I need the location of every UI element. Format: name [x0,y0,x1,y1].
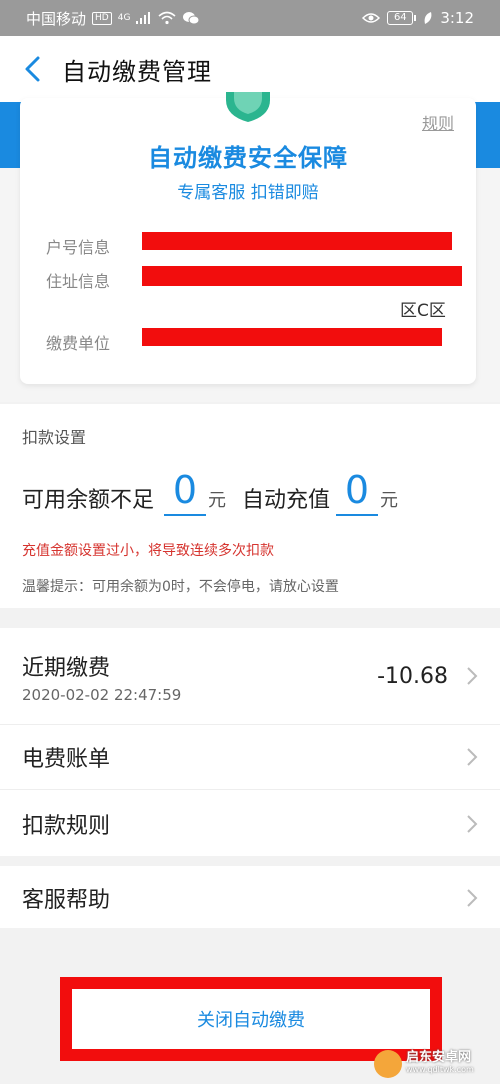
watermark: 启东安卓网 www.qdltwk.com [374,1048,494,1080]
recent-payment-datetime: 2020-02-02 22:47:59 [22,686,182,704]
battery-level: 64 [387,11,414,25]
deduction-section-label: 扣款设置 [22,428,87,447]
low-balance-unit: 元 [208,490,226,511]
warning-text: 充值金额设置过小，将导致连续多次扣款 [22,543,274,559]
rules-link[interactable]: 规则 [422,110,454,134]
clock: 3:12 [440,9,474,27]
auto-recharge-input[interactable]: 0 [336,466,378,516]
watermark-logo-icon [374,1050,402,1078]
auto-recharge-label: 自动充值 [242,488,331,513]
address-redaction [142,266,462,286]
deduction-rules-title: 扣款规则 [22,814,111,839]
chevron-right-icon [466,814,478,838]
guarantee-panel: 规则 自动缴费安全保障 专属客服 扣错即赔 户号信息 住址信息 区C区 缴费单位 [0,92,500,402]
watermark-url: www.qdltwk.com [406,1065,474,1074]
customer-help-title: 客服帮助 [22,888,111,913]
eye-icon [362,12,381,24]
electric-bill-row[interactable]: 电费账单 [0,725,500,789]
recent-payment-title: 近期缴费 [22,656,111,681]
customer-help-row[interactable]: 客服帮助 [0,866,500,928]
hd-badge: HD [92,11,112,25]
close-auto-pay-button[interactable]: 关闭自动缴费 [72,989,430,1049]
unit-redaction [142,328,442,346]
wifi-icon [158,11,176,25]
chevron-right-icon [466,747,478,771]
low-balance-label: 可用余额不足 [22,488,155,513]
page-title: 自动缴费管理 [62,57,212,86]
address-tail: 区C区 [400,301,446,321]
watermark-title: 启东安卓网 [406,1050,472,1065]
low-balance-input[interactable]: 0 [164,466,206,516]
auto-recharge-unit: 元 [380,490,398,511]
signal-icon [136,12,152,24]
address-label: 住址信息 [46,272,111,291]
guarantee-subtitle: 专属客服 扣错即赔 [177,183,319,203]
back-arrow-icon[interactable] [8,36,56,102]
battery-icon: 64 [387,11,417,25]
deduction-rules-row[interactable]: 扣款规则 [0,790,500,856]
wechat-icon [182,11,200,25]
network-type: 4G [117,13,131,23]
guarantee-card: 规则 自动缴费安全保障 专属客服 扣错即赔 户号信息 住址信息 区C区 缴费单位 [20,92,476,384]
leaf-icon [423,11,433,25]
recent-payment-amount: -10.68 [377,664,448,689]
chevron-right-icon [466,888,478,912]
status-bar: 中国移动 HD 4G 64 3:12 [0,0,500,36]
electric-bill-title: 电费账单 [22,747,111,772]
unit-label: 缴费单位 [46,334,111,353]
shield-icon [220,92,276,122]
guarantee-title: 自动缴费安全保障 [148,144,348,172]
account-redaction [142,232,452,250]
recent-payment-row[interactable]: 近期缴费 2020-02-02 22:47:59 -10.68 [0,628,500,724]
carrier-label: 中国移动 [26,9,87,28]
account-label: 户号信息 [46,238,111,257]
tip-text: 温馨提示：可用余额为0时，不会停电，请放心设置 [22,579,339,595]
deduction-settings: 扣款设置 可用余额不足 0 元 自动充值 0 元 充值金额设置过小，将导致连续多… [0,404,500,608]
chevron-right-icon [466,666,478,690]
